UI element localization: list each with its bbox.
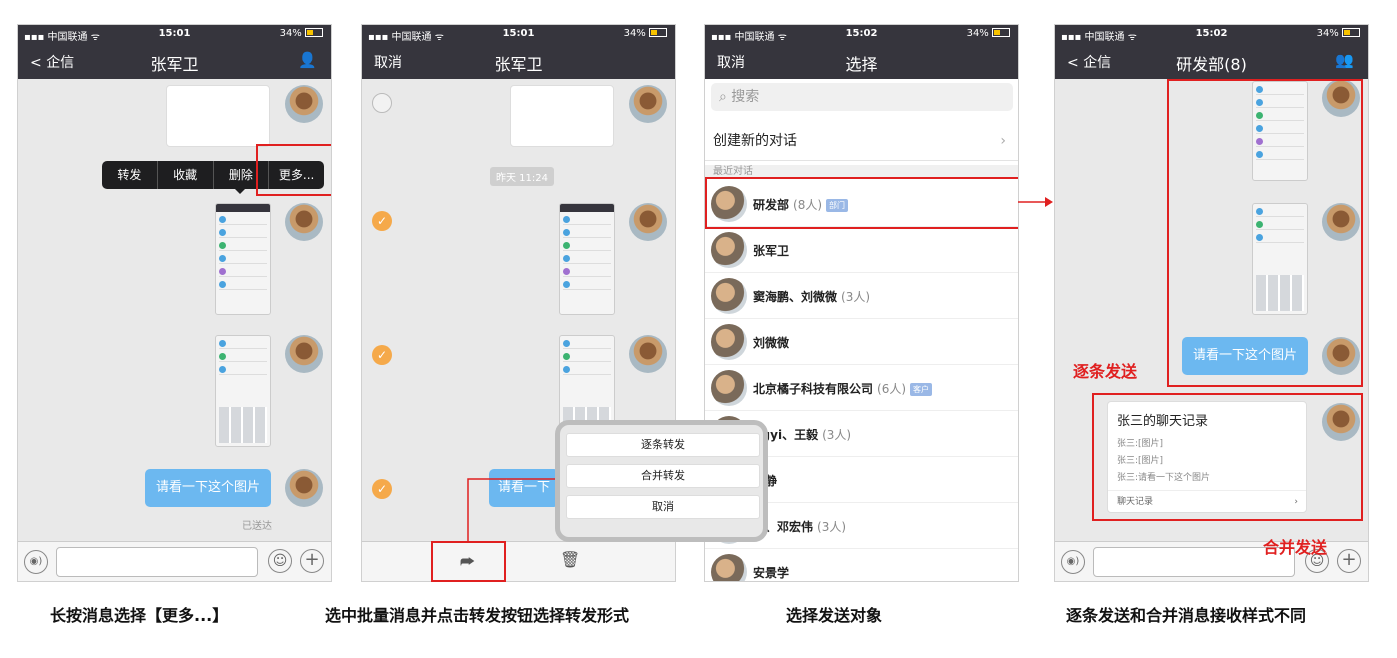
group-members-icon[interactable]: 👥 [1335, 51, 1354, 69]
contact-row[interactable]: 刘微微 [705, 319, 1018, 365]
contact-name: 张军卫 [753, 244, 790, 258]
contact-avatar [711, 278, 747, 314]
new-chat-row[interactable]: 创建新的对话 › [705, 121, 1018, 161]
nav-bar: 取消 张军卫 [362, 43, 675, 79]
search-icon: ⌕ [719, 89, 727, 105]
contact-name: 安景学 [753, 566, 790, 580]
page-title: 选择 [845, 55, 878, 74]
screen-group-result: ▪▪▪ 中国联通 ᯤ 15:02 34% < 企信 研发部(8) 👥 请看一下这… [1054, 24, 1369, 582]
screenshot-message [559, 203, 615, 315]
chat-title: 张军卫 [150, 55, 199, 74]
voice-icon[interactable]: ◉) [1061, 550, 1085, 574]
contact-avatar [711, 232, 747, 268]
battery-indicator: 34% [280, 28, 323, 39]
chevron-right-icon: › [1000, 133, 1006, 149]
battery-icon [305, 28, 323, 37]
timestamp: 昨天 11:24 [490, 167, 554, 186]
contact-row[interactable]: 北京橘子科技有限公司 (6人) 客户 [705, 365, 1018, 411]
popup-cancel-button[interactable]: 取消 [566, 495, 760, 519]
contact-row[interactable]: 张军卫 [705, 227, 1018, 273]
menu-favorite[interactable]: 收藏 [158, 161, 214, 189]
label-one-by-one: 逐条发送 [1073, 362, 1138, 381]
arrow-to-result [1018, 197, 1053, 207]
highlight-forward [431, 541, 506, 582]
menu-forward[interactable]: 转发 [102, 161, 158, 189]
chat-title: 张军卫 [494, 55, 543, 74]
screen-multiselect: ▪▪▪ 中国联通 ᯤ 15:01 34% 取消 张军卫 昨天 11:24 ✓ ✓… [361, 24, 768, 582]
nav-bar: 取消 选择 [705, 43, 1018, 79]
delivery-status: 已送达 [242, 521, 272, 532]
member-count: (3人) [841, 290, 871, 304]
contact-avatar [711, 324, 747, 360]
status-bar: ▪▪▪ 中国联通 ᯤ 15:01 34% [18, 25, 331, 43]
image-message [510, 85, 614, 147]
action-bar: ⮫ 🗑 [362, 541, 675, 581]
contact-row[interactable]: 安景学 [705, 549, 1018, 581]
caption-step-1: 长按消息选择【更多...】 [50, 606, 229, 625]
member-count: (6人) [877, 382, 907, 396]
contact-icon[interactable]: 👤 [298, 51, 317, 69]
emoji-icon[interactable]: ☺ [268, 549, 292, 573]
trash-icon[interactable]: 🗑 [560, 550, 580, 569]
forward-merged-button[interactable]: 合并转发 [566, 464, 760, 488]
highlight-more [256, 144, 331, 196]
avatar[interactable] [285, 203, 323, 241]
screen-chat-longpress: ▪▪▪ 中国联通 ᯤ 15:01 34% < 企信 张军卫 👤 转发 收藏 删除… [17, 24, 332, 582]
nav-bar: < 企信 张军卫 👤 [18, 43, 331, 79]
status-bar: ▪▪▪ 中国联通 ᯤ 15:01 34% [362, 25, 675, 43]
caption-step-4: 逐条发送和合并消息接收样式不同 [1066, 606, 1307, 625]
avatar[interactable] [285, 469, 323, 507]
caption-step-2: 选中批量消息并点击转发按钮选择转发形式 [325, 606, 630, 625]
highlight-one-by-one [1167, 79, 1363, 387]
screenshot-message[interactable] [215, 203, 271, 315]
contact-avatar [711, 370, 747, 406]
plus-icon[interactable]: + [300, 549, 324, 573]
chat-title: 研发部(8) [1176, 55, 1247, 74]
nav-bar: < 企信 研发部(8) 👥 [1055, 43, 1368, 79]
battery-icon [649, 28, 667, 37]
member-count: (3人) [817, 520, 847, 534]
select-checkbox-checked[interactable]: ✓ [372, 211, 392, 231]
contact-row[interactable]: 窦海鹏、刘微微 (3人) [705, 273, 1018, 319]
battery-icon [1342, 28, 1360, 37]
avatar [629, 335, 667, 373]
plus-icon[interactable]: + [1337, 549, 1361, 573]
select-checkbox-checked[interactable]: ✓ [372, 345, 392, 365]
battery-icon [992, 28, 1010, 37]
message-input[interactable] [56, 547, 258, 577]
battery-indicator: 34% [967, 28, 1010, 39]
input-bar: ◉) ☺ + [18, 541, 331, 581]
text-message[interactable]: 请看一下这个图片 [145, 469, 271, 507]
forward-one-by-one-button[interactable]: 逐条转发 [566, 433, 760, 457]
status-bar: ▪▪▪ 中国联通 ᯤ 15:02 34% [705, 25, 1018, 43]
contact-avatar [711, 554, 747, 581]
member-count: (3人) [822, 428, 852, 442]
avatar[interactable] [285, 335, 323, 373]
contact-tag: 客户 [910, 383, 933, 396]
screenshot-message[interactable] [215, 335, 271, 447]
highlight-recipient [705, 177, 1018, 229]
contact-name: 北京橘子科技有限公司 (6人) 客户 [753, 380, 933, 397]
search-input[interactable]: ⌕ 搜索 [711, 83, 1013, 111]
contact-name: 窦海鹏、刘微微 (3人) [753, 290, 871, 304]
label-merged: 合并发送 [1263, 538, 1328, 557]
battery-indicator: 34% [624, 28, 667, 39]
forward-options-popup: 逐条转发 合并转发 取消 [555, 420, 768, 542]
status-bar: ▪▪▪ 中国联通 ᯤ 15:02 34% [1055, 25, 1368, 43]
battery-indicator: 34% [1317, 28, 1360, 39]
image-message[interactable] [166, 85, 270, 147]
highlight-merged [1092, 393, 1363, 521]
avatar [629, 85, 667, 123]
voice-icon[interactable]: ◉) [24, 550, 48, 574]
avatar [629, 203, 667, 241]
contact-name: 刘微微 [753, 336, 790, 350]
select-checkbox[interactable] [372, 93, 392, 113]
select-checkbox-checked[interactable]: ✓ [372, 479, 392, 499]
caption-step-3: 选择发送对象 [786, 606, 883, 625]
avatar[interactable] [285, 85, 323, 123]
